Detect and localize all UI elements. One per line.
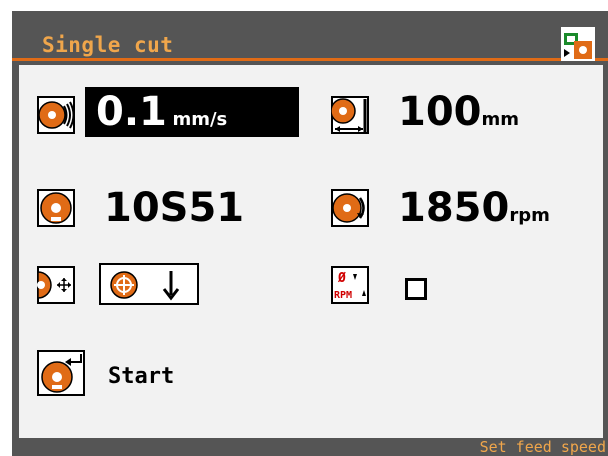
blade-icon [37, 189, 75, 227]
blade-return-icon [37, 350, 85, 396]
svg-text:RPM: RPM [334, 290, 352, 301]
machine-screen: Single cut Set feed speed [12, 11, 608, 456]
spindle-speed-unit: rpm [509, 205, 550, 226]
feed-speed-number: 0.1 [96, 89, 167, 135]
diameter-rpm-checkbox[interactable] [405, 278, 427, 300]
spindle-speed-number: 1850 [398, 185, 510, 231]
start-button[interactable]: Start [108, 364, 174, 389]
cut-length-unit: mm [481, 109, 520, 130]
feed-speed-unit: mm/s [172, 109, 228, 130]
status-hint: Set feed speed [479, 438, 606, 456]
mode-icon[interactable] [561, 27, 595, 61]
cut-length-value[interactable]: 100mm [398, 90, 519, 134]
diameter-rpm-icon: Ø RPM [331, 266, 369, 304]
spindle-speed-value[interactable]: 1850rpm [398, 186, 550, 230]
page-title: Single cut [42, 33, 174, 57]
feed-speed-value[interactable]: 0.1 mm/s [96, 90, 227, 134]
feed-speed-icon [37, 96, 75, 134]
svg-text:Ø: Ø [337, 271, 346, 286]
spindle-speed-icon [331, 189, 369, 227]
arrow-down-icon [162, 271, 180, 301]
blade-value[interactable]: 10S51 [104, 186, 244, 230]
title-bar: Single cut [12, 11, 608, 61]
blade-number: 10S51 [104, 185, 245, 231]
cut-length-icon [331, 96, 369, 134]
retract-selector[interactable] [99, 263, 199, 305]
cut-length-number: 100 [398, 89, 482, 135]
crosshair-target-icon [110, 271, 138, 299]
retract-icon [37, 266, 75, 304]
